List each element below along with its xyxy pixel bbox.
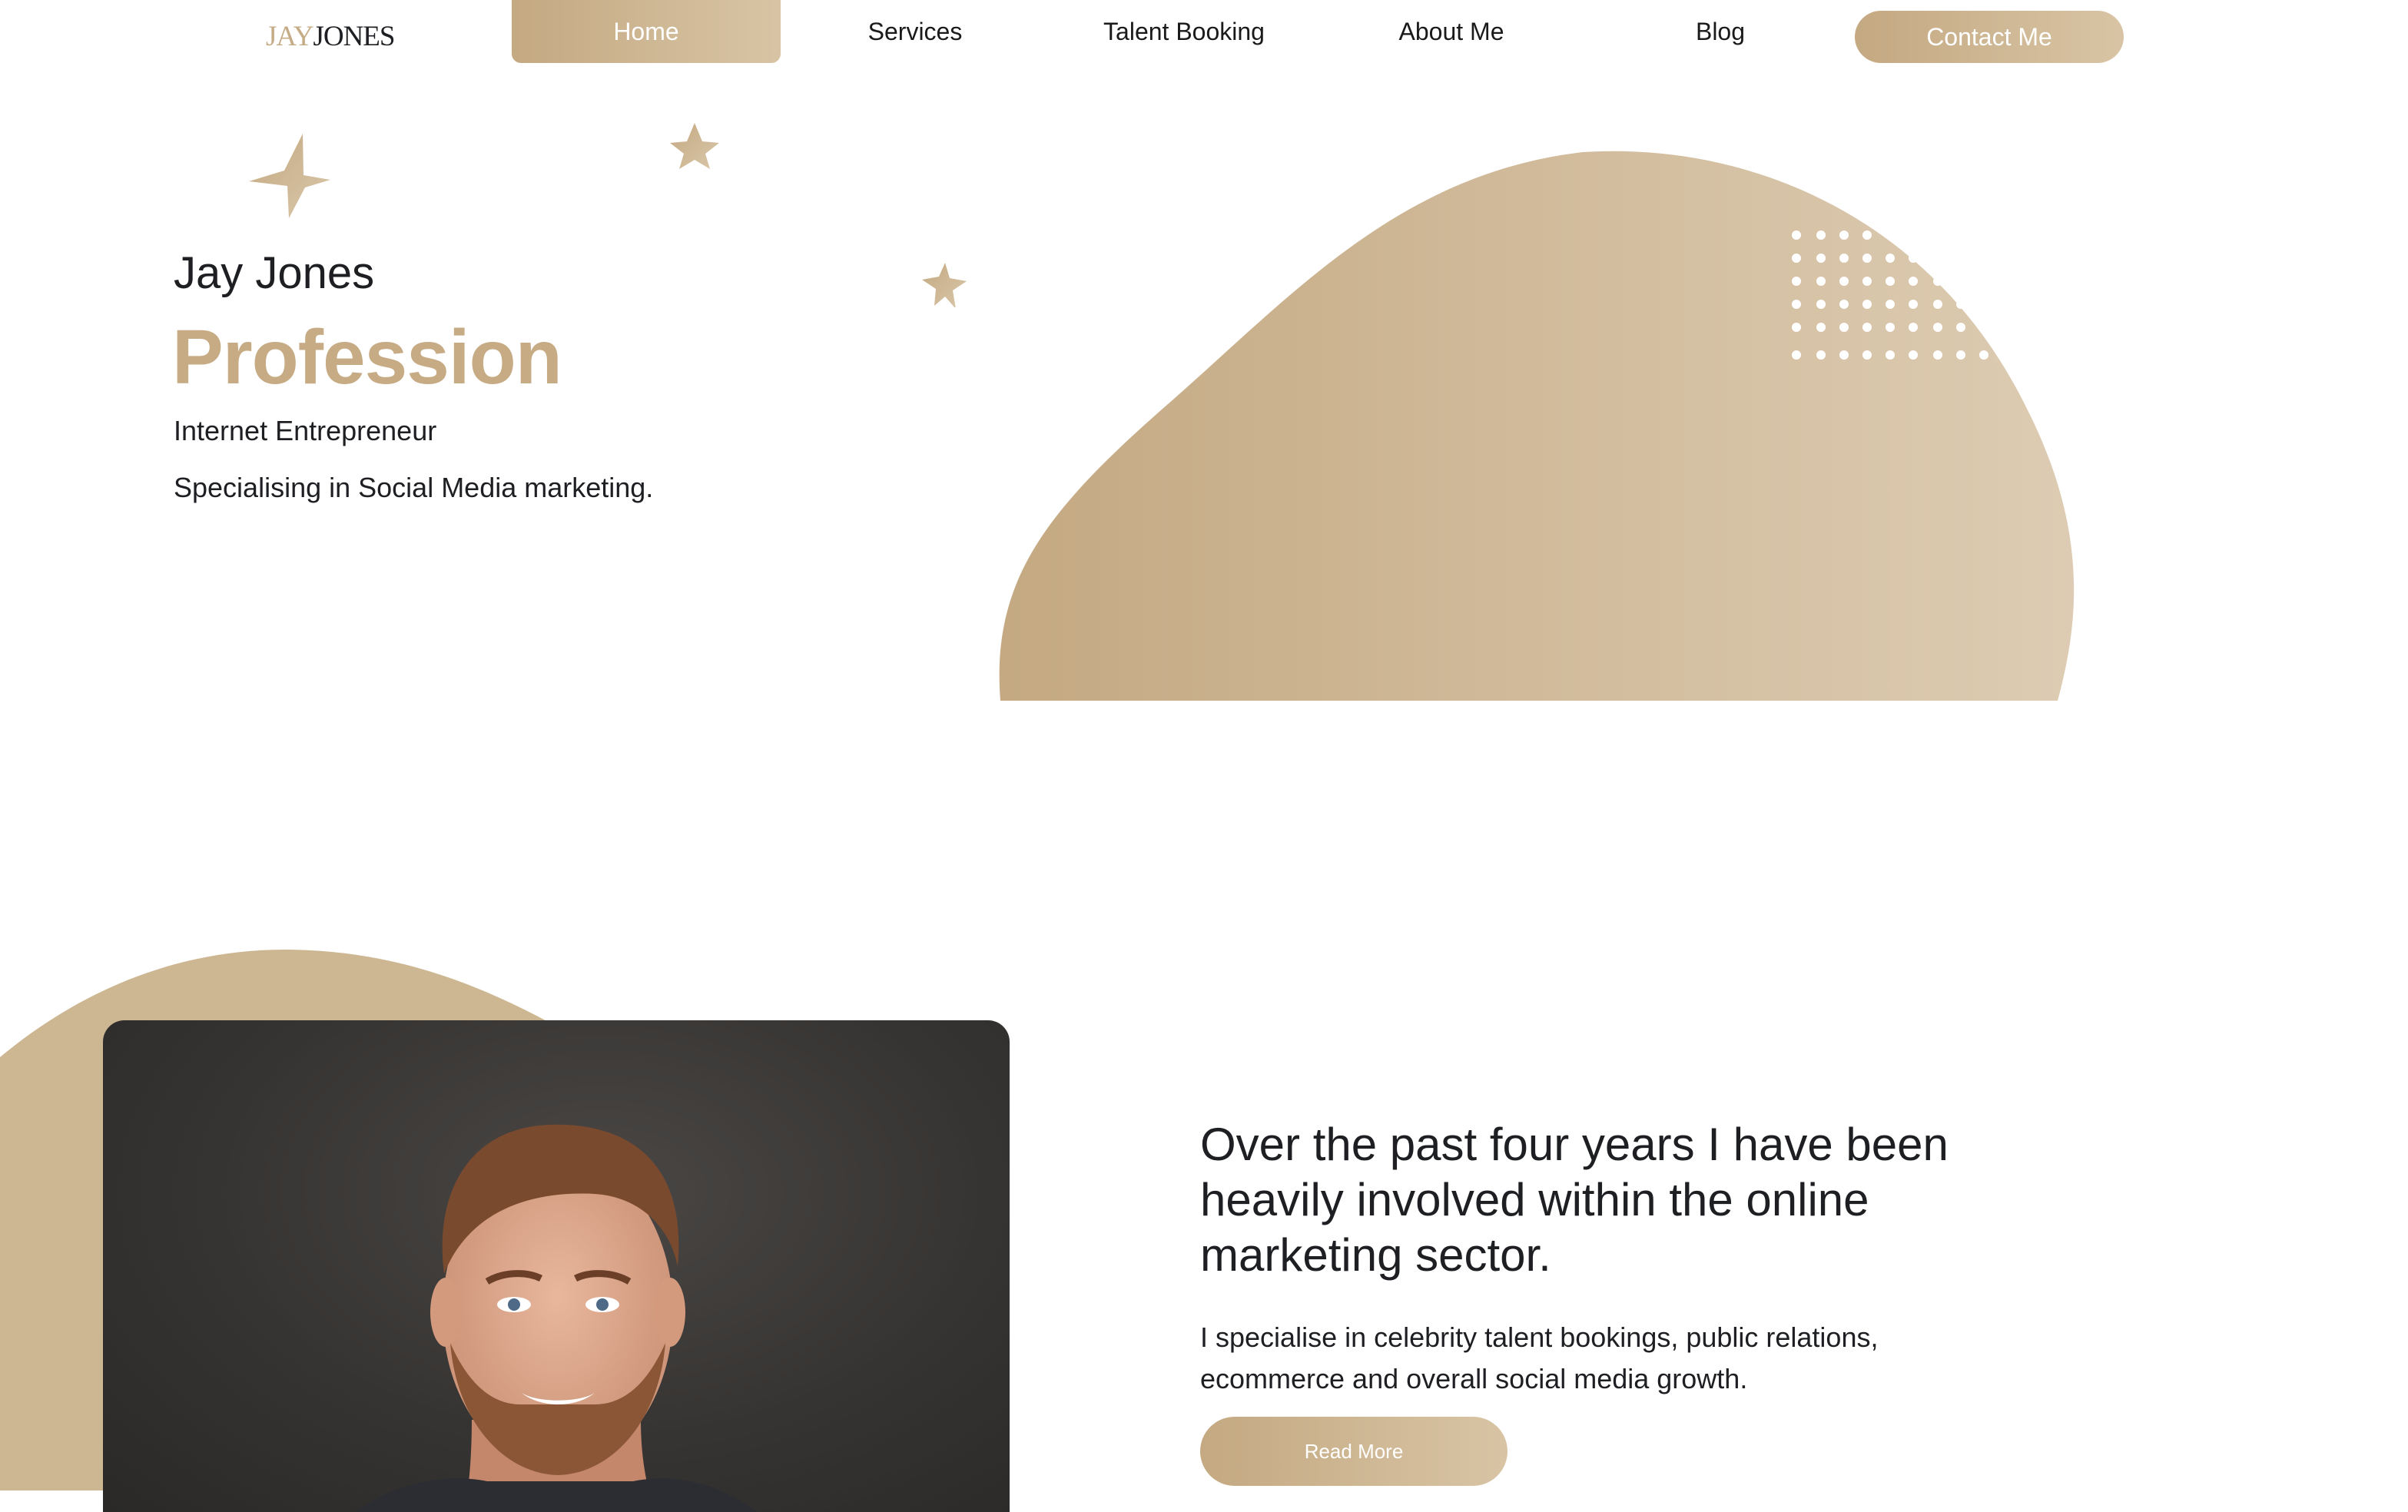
read-more-label: Read More [1304, 1439, 1404, 1463]
star-icon [670, 123, 719, 169]
about-body: I specialise in celebrity talent booking… [1200, 1321, 1879, 1394]
site-logo[interactable]: JAYJONES [266, 20, 396, 55]
hero-profession-title: Profession [172, 314, 562, 400]
hero-name: Jay Jones [174, 248, 375, 298]
nav-services-label: Services [867, 17, 963, 45]
hero-blob-shape [999, 151, 2075, 701]
hero-specialty: Specialising in Social Media marketing. [174, 472, 654, 503]
nav-services[interactable]: Services [781, 0, 1050, 63]
nav-blog[interactable]: Blog [1586, 0, 1855, 63]
contact-me-label: Contact Me [1926, 22, 2052, 51]
nav-home-label: Home [613, 17, 679, 45]
nav-about-me[interactable]: About Me [1317, 0, 1586, 63]
read-more-button[interactable]: Read More [1200, 1417, 1507, 1486]
hero-role: Internet Entrepreneur [174, 415, 437, 446]
nav-about-me-label: About Me [1398, 17, 1504, 45]
logo-second-word: JONES [313, 21, 395, 52]
star-icon [922, 263, 967, 307]
portrait-illustration [357, 1124, 756, 1512]
nav-home[interactable]: Home [512, 0, 781, 63]
about-heading: Over the past four years I have been hea… [1200, 1119, 1949, 1281]
nav-talent-booking[interactable]: Talent Booking [1050, 0, 1318, 63]
portrait-photo [103, 1020, 1010, 1512]
contact-me-button[interactable]: Contact Me [1855, 11, 2124, 63]
star-icon [249, 134, 330, 218]
nav-talent-booking-label: Talent Booking [1103, 17, 1265, 45]
logo-first-word: JAY [266, 21, 313, 52]
nav-blog-label: Blog [1695, 17, 1746, 45]
